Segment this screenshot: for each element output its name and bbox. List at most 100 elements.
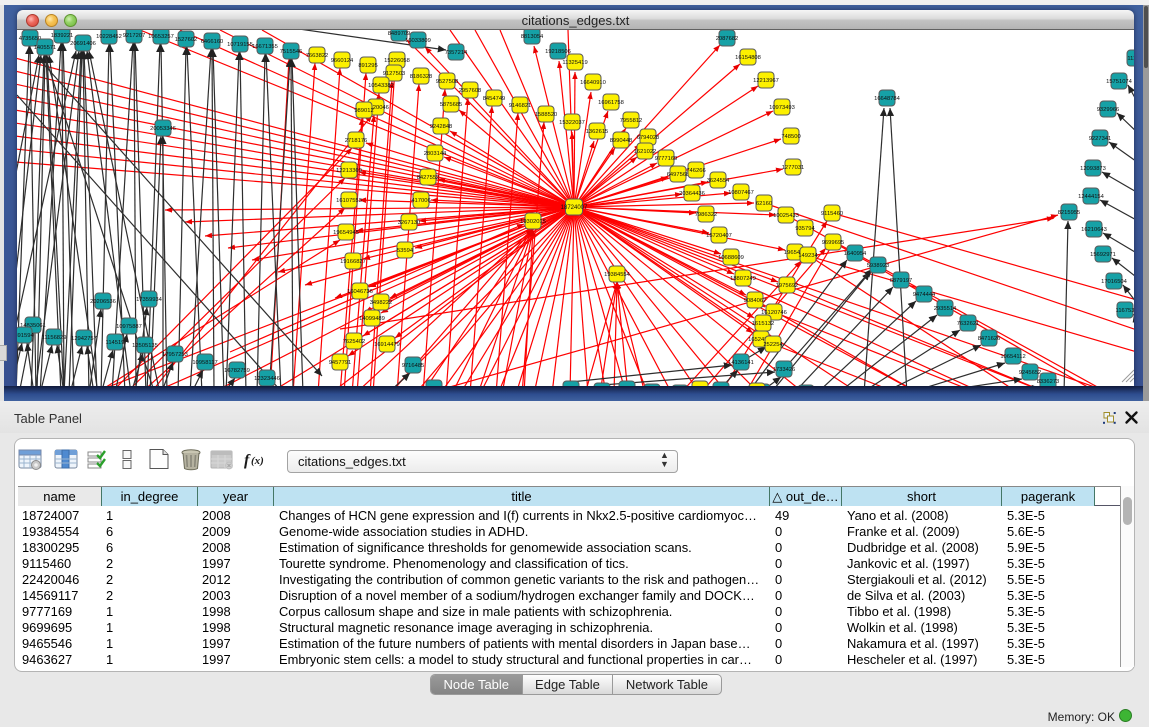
svg-text:10688609: 10688609 — [718, 255, 744, 261]
svg-text:19654945: 19654945 — [333, 230, 359, 236]
svg-text:19218506: 19218506 — [545, 49, 571, 55]
svg-text:19384554: 19384554 — [604, 272, 631, 278]
svg-text:9699695: 9699695 — [822, 240, 845, 246]
svg-text:6466160: 6466160 — [201, 39, 224, 45]
svg-text:9716485: 9716485 — [402, 363, 425, 369]
svg-text:18724007: 18724007 — [561, 205, 588, 211]
svg-text:20691406: 20691406 — [70, 41, 96, 47]
svg-text:9660124: 9660124 — [331, 58, 354, 64]
svg-text:8186328: 8186328 — [410, 74, 433, 80]
svg-text:12444154: 12444154 — [1078, 194, 1105, 200]
svg-text:12323446: 12323446 — [254, 376, 280, 382]
svg-text:9242848: 9242848 — [430, 124, 453, 130]
svg-text:15692971: 15692971 — [1090, 252, 1116, 258]
svg-text:(x): (x) — [251, 455, 264, 467]
svg-text:9227341: 9227341 — [1089, 136, 1112, 142]
svg-text:17359934: 17359934 — [136, 297, 163, 303]
svg-text:7663822: 7663822 — [306, 53, 329, 59]
svg-text:53594: 53594 — [397, 248, 414, 254]
svg-text:252254: 252254 — [763, 342, 783, 348]
svg-text:1405571: 1405571 — [34, 45, 57, 51]
svg-text:62160: 62160 — [756, 201, 772, 207]
svg-text:12213967: 12213967 — [753, 78, 779, 84]
svg-text:9146821: 9146821 — [509, 103, 532, 109]
svg-text:10025433: 10025433 — [773, 213, 799, 219]
svg-text:2718176: 2718176 — [345, 138, 368, 144]
svg-text:16154808: 16154808 — [735, 55, 761, 61]
svg-text:114519: 114519 — [106, 340, 125, 346]
svg-text:8336273: 8336273 — [1037, 379, 1060, 385]
svg-text:748500: 748500 — [781, 134, 800, 140]
svg-text:12093873: 12093873 — [1080, 166, 1106, 172]
svg-text:20206536: 20206536 — [90, 299, 116, 305]
svg-text:12942757: 12942757 — [71, 336, 97, 342]
svg-text:891295: 891295 — [358, 63, 377, 69]
svg-text:16648784: 16648784 — [874, 96, 901, 102]
svg-text:14099489: 14099489 — [359, 316, 385, 322]
svg-text:16033809: 16033809 — [405, 38, 431, 44]
svg-text:149234: 149234 — [798, 253, 818, 259]
svg-text:15226058: 15226058 — [384, 58, 410, 64]
svg-text:1621022: 1621022 — [634, 149, 657, 155]
svg-text:15751074: 15751074 — [1106, 79, 1133, 85]
svg-text:16640910: 16640910 — [580, 80, 606, 86]
svg-text:1615132: 1615132 — [752, 321, 775, 327]
svg-text:8215955: 8215955 — [1058, 210, 1081, 216]
svg-text:16210643: 16210643 — [1081, 227, 1107, 233]
svg-text:20053346: 20053346 — [150, 126, 176, 132]
svg-text:16961758: 16961758 — [598, 100, 624, 106]
svg-text:1362615: 1362615 — [586, 129, 609, 135]
svg-text:16107553: 16107553 — [336, 198, 362, 204]
svg-text:19302015: 19302015 — [520, 219, 546, 225]
svg-text:9084067: 9084067 — [744, 298, 767, 304]
svg-text:11124: 11124 — [1127, 56, 1134, 62]
svg-text:14136141: 14136141 — [728, 360, 754, 366]
svg-text:989012: 989012 — [354, 108, 373, 114]
svg-text:5875685: 5875685 — [440, 102, 463, 108]
svg-text:12505135: 12505135 — [132, 343, 158, 349]
svg-text:7357214: 7357214 — [445, 50, 468, 56]
svg-text:6879197: 6879197 — [890, 278, 913, 284]
svg-text:10973493: 10973493 — [769, 105, 795, 111]
svg-text:10228452: 10228452 — [96, 34, 122, 40]
svg-text:11325419: 11325419 — [562, 60, 587, 66]
svg-text:1839221: 1839221 — [51, 33, 74, 39]
svg-text:9217207: 9217207 — [123, 33, 146, 39]
svg-text:9115460: 9115460 — [821, 211, 843, 217]
svg-text:1277031: 1277031 — [782, 165, 805, 171]
svg-text:9777169: 9777169 — [655, 156, 678, 162]
svg-text:6794028: 6794028 — [637, 135, 660, 141]
svg-text:8489709: 8489709 — [388, 31, 411, 37]
svg-text:10958117: 10958117 — [192, 360, 217, 366]
svg-text:1588520: 1588520 — [535, 112, 558, 118]
svg-text:8990448: 8990448 — [610, 138, 633, 144]
svg-text:9527508: 9527508 — [436, 79, 459, 85]
svg-text:7955812: 7955812 — [620, 118, 643, 124]
svg-text:17016504: 17016504 — [1101, 279, 1128, 285]
svg-text:9474444: 9474444 — [913, 292, 936, 298]
svg-text:9457791: 9457791 — [329, 360, 352, 366]
svg-text:391594: 391594 — [17, 333, 34, 339]
svg-text:9127503: 9127503 — [383, 71, 406, 77]
svg-text:11156829: 11156829 — [42, 335, 67, 341]
svg-text:10543382: 10543382 — [368, 83, 394, 89]
svg-text:19166827: 19166827 — [340, 259, 366, 265]
svg-text:f: f — [244, 452, 251, 469]
svg-text:16914479: 16914479 — [374, 342, 400, 348]
svg-text:3498222: 3498222 — [370, 300, 393, 306]
svg-text:9245652: 9245652 — [1019, 370, 1042, 376]
svg-text:10654112: 10654112 — [1000, 354, 1025, 360]
svg-text:7625402: 7625402 — [343, 339, 366, 345]
svg-text:1733426: 1733426 — [773, 367, 796, 373]
svg-text:746266: 746266 — [686, 168, 705, 174]
svg-text:16782759: 16782759 — [224, 368, 250, 374]
svg-text:7632621: 7632621 — [957, 321, 980, 327]
svg-text:12213369: 12213369 — [336, 168, 362, 174]
svg-text:10807467: 10807467 — [728, 190, 754, 196]
svg-text:10653257: 10653257 — [148, 34, 174, 40]
svg-text:15322037: 15322037 — [559, 120, 585, 126]
svg-text:5938923: 5938923 — [867, 263, 890, 269]
svg-text:10975887: 10975887 — [116, 324, 142, 330]
svg-text:16671355: 16671355 — [252, 44, 278, 50]
svg-text:8454749: 8454749 — [483, 96, 506, 102]
